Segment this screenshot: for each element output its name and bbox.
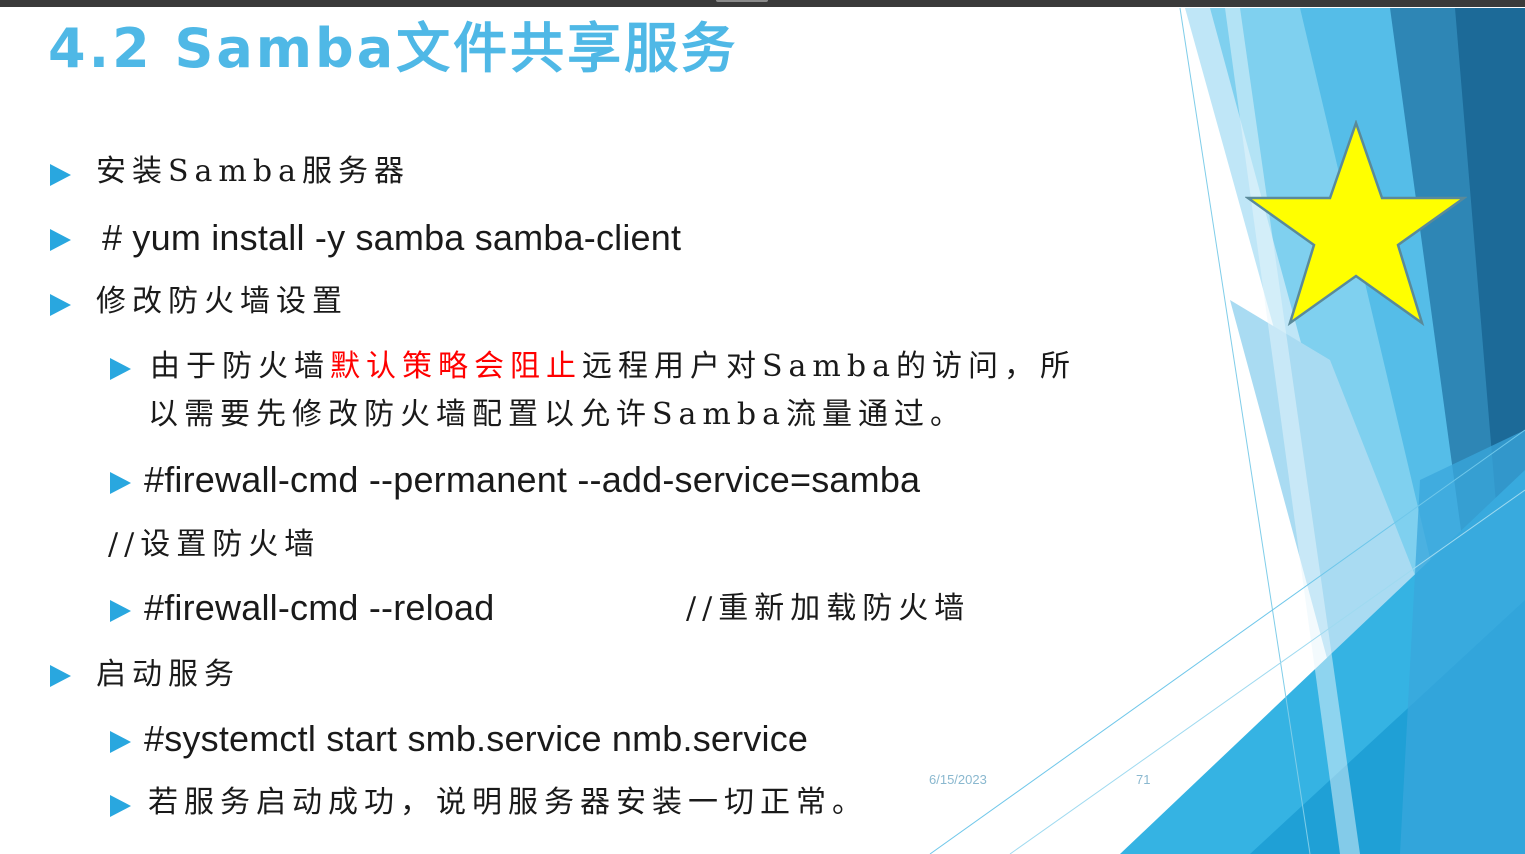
bullet-triangle-icon — [110, 358, 131, 380]
bullet-triangle-icon — [110, 472, 131, 494]
item-success-note: 若服务启动成功，说明服务器安装一切正常。 — [148, 785, 868, 820]
explanation-text-after: 远程用户对Samba的访问，所 — [582, 349, 1076, 384]
bullet-triangle-icon — [110, 731, 131, 753]
item-firewall-permanent-command: #firewall-cmd --permanent --add-service=… — [144, 459, 921, 500]
bullet-triangle-icon — [50, 164, 71, 186]
item-firewall-reload-command: #firewall-cmd --reload — [144, 587, 495, 628]
comment-set-firewall: //设置防火墙 — [108, 527, 321, 562]
footer-date: 6/15/2023 — [929, 772, 987, 787]
bullet-triangle-icon — [110, 795, 131, 817]
comment-reload-firewall: //重新加载防火墙 — [686, 591, 971, 626]
explanation-highlight: 默认策略会阻止 — [330, 349, 582, 384]
page-number: 71 — [1136, 772, 1151, 787]
item-firewall-explanation-line2: 以需要先修改防火墙配置以允许Samba流量通过。 — [148, 397, 966, 432]
item-firewall-explanation: 由于防火墙默认策略会阻止远程用户对Samba的访问，所 — [150, 352, 1076, 382]
bullet-triangle-icon — [50, 665, 71, 687]
slide: 4.2 Samba文件共享服务 安装Samba服务器 # yum install… — [0, 0, 1525, 854]
bullet-triangle-icon — [110, 600, 131, 622]
item-modify-firewall: 修改防火墙设置 — [96, 284, 348, 319]
slide-title: 4.2 Samba文件共享服务 — [48, 17, 739, 80]
item-yum-command: # yum install -y samba samba-client — [102, 217, 682, 258]
bullet-triangle-icon — [50, 229, 71, 251]
item-start-service: 启动服务 — [96, 657, 240, 692]
explanation-text-before: 由于防火墙 — [150, 349, 330, 384]
star-icon — [1245, 120, 1467, 327]
item-install-samba: 安装Samba服务器 — [96, 154, 410, 189]
item-systemctl-command: #systemctl start smb.service nmb.service — [144, 718, 809, 759]
bullet-triangle-icon — [50, 294, 71, 316]
